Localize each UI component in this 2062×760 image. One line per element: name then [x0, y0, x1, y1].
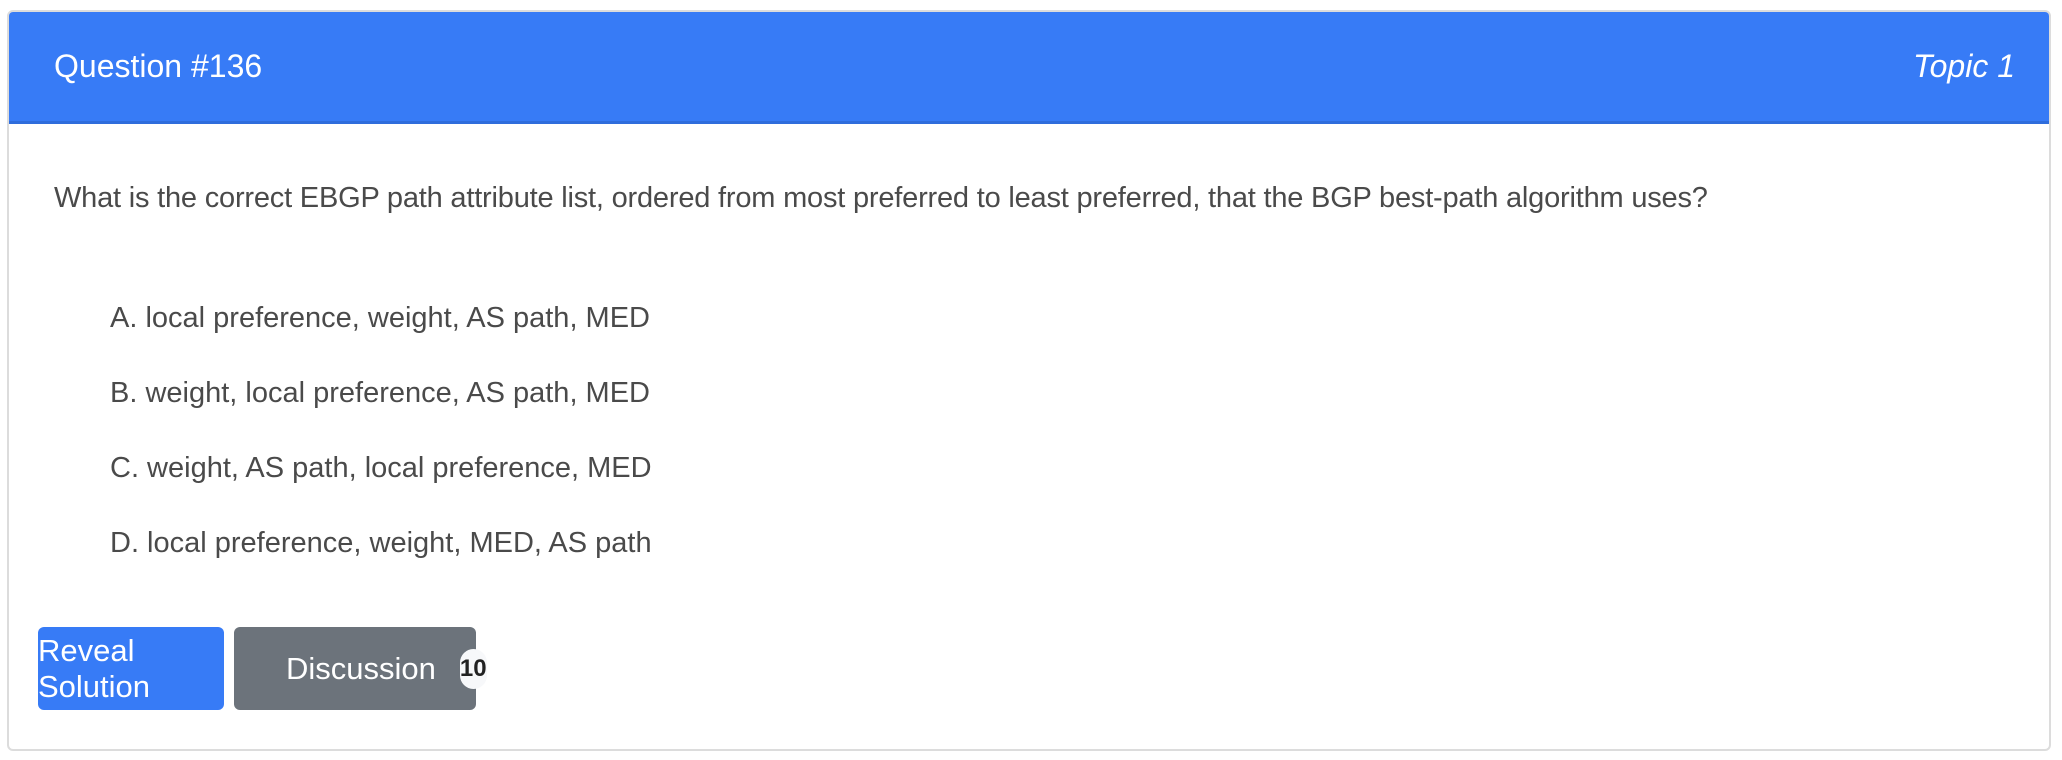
card-header: Question #136 Topic 1 [9, 12, 2049, 124]
discussion-count-badge: 10 [459, 648, 487, 689]
option-b[interactable]: B. weight, local preference, AS path, ME… [110, 377, 650, 410]
topic-label: Topic 1 [1913, 48, 2015, 84]
option-d[interactable]: D. local preference, weight, MED, AS pat… [110, 527, 652, 560]
question-text: What is the correct EBGP path attribute … [54, 182, 1708, 214]
discussion-label: Discussion [286, 650, 436, 686]
reveal-solution-button[interactable]: Reveal Solution [38, 627, 224, 710]
option-a[interactable]: A. local preference, weight, AS path, ME… [110, 302, 650, 335]
discussion-button[interactable]: Discussion 10 [234, 627, 487, 710]
question-number: Question #136 [54, 48, 263, 84]
reveal-solution-label: Reveal Solution [38, 632, 151, 704]
question-card: Question #136 Topic 1 What is the correc… [7, 10, 2051, 751]
option-c[interactable]: C. weight, AS path, local preference, ME… [110, 452, 652, 485]
